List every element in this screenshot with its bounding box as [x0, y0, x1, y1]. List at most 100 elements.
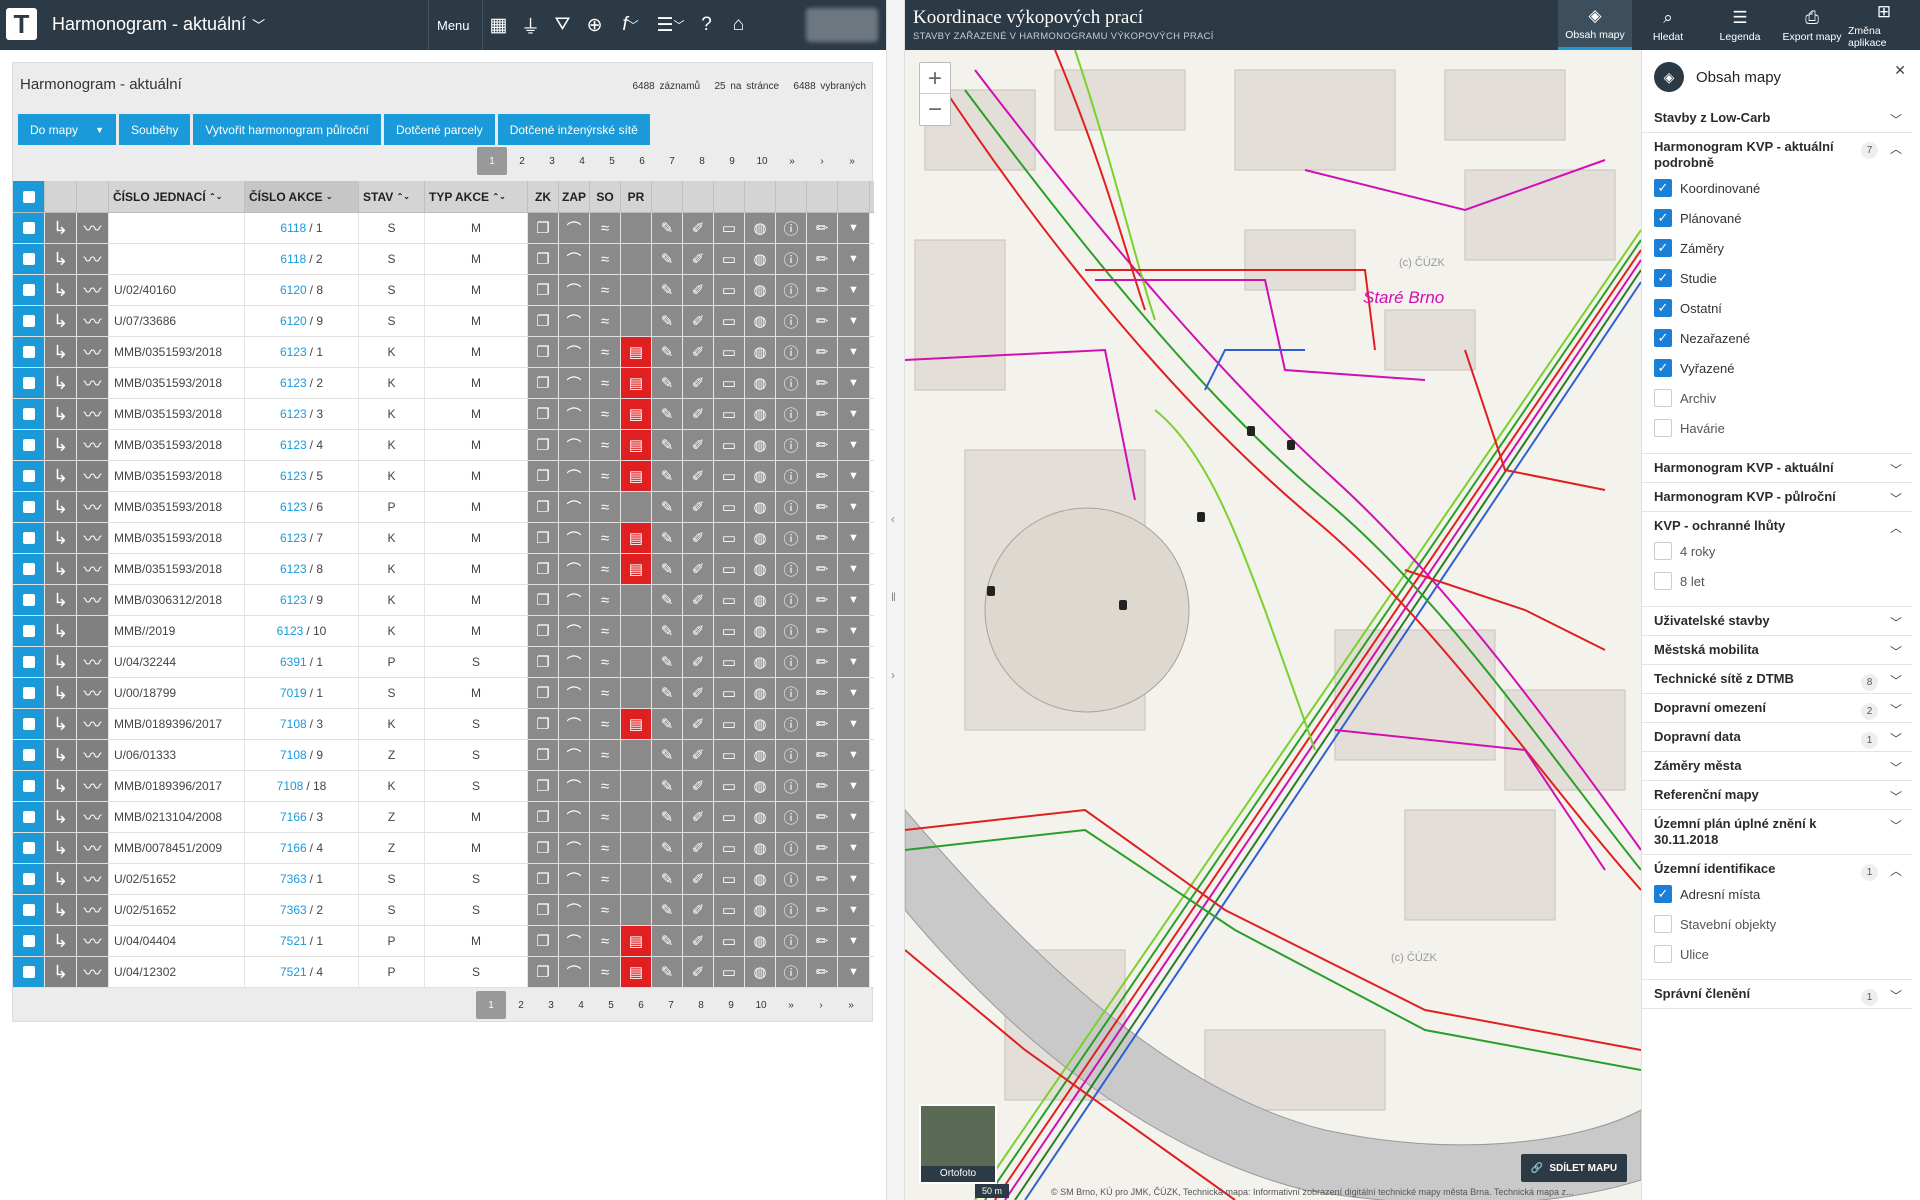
waves-icon[interactable]: ≈ [590, 678, 621, 708]
edit-map2-icon[interactable]: ✐ [683, 337, 714, 367]
pdf-icon[interactable]: ▤ [621, 554, 652, 584]
chevron-down-icon[interactable]: ﹀ [1890, 759, 1902, 776]
pencil-icon[interactable]: ✏ [807, 337, 838, 367]
folder-icon[interactable]: ▭ [714, 833, 745, 863]
akce-link[interactable]: 6123 [280, 531, 307, 545]
chevron-down-icon[interactable]: ﹀ [1890, 817, 1902, 834]
info-icon[interactable]: ⓘ [776, 523, 807, 553]
add-icon[interactable]: ⊕ [579, 0, 611, 50]
page-link[interactable]: » [837, 147, 867, 175]
caret-down-icon[interactable]: ▼ [95, 125, 104, 135]
move-down-icon[interactable]: ↳ [45, 895, 77, 925]
checkbox-icon[interactable]: ✓ [1654, 179, 1672, 197]
pane-splitter[interactable]: ‹ ‖ › [886, 0, 905, 1200]
edit-map2-icon[interactable]: ✐ [683, 368, 714, 398]
home-icon[interactable]: ⌂ [723, 0, 755, 50]
dropdown-icon[interactable]: ▼ [838, 306, 870, 336]
edit-map-icon[interactable]: ✎ [652, 709, 683, 739]
drag-handle-icon[interactable]: ‖ [891, 590, 896, 604]
move-down-icon[interactable]: ↳ [45, 802, 77, 832]
edit-map2-icon[interactable]: ✐ [683, 492, 714, 522]
excavation-icon[interactable]: ⌒ [559, 399, 590, 429]
page-link[interactable]: » [777, 147, 807, 175]
layer-checkbox[interactable]: ✓ Ostatní [1654, 293, 1900, 323]
waves-icon[interactable]: ≈ [590, 554, 621, 584]
excavation-icon[interactable]: ⌒ [559, 461, 590, 491]
edit-map2-icon[interactable]: ✐ [683, 802, 714, 832]
soubehy-button[interactable]: Souběhy [119, 114, 191, 145]
menu-button[interactable]: Menu [429, 18, 482, 33]
globe-icon[interactable]: ◍ [745, 802, 776, 832]
trend-icon[interactable]: 〰 [77, 492, 109, 522]
waves-icon[interactable]: ≈ [590, 771, 621, 801]
folder-icon[interactable]: ▭ [714, 399, 745, 429]
akce-link[interactable]: 6120 [280, 314, 307, 328]
table-row[interactable]: ↳ 〰 MMB/0351593/2018 6123/ 1 K M ❐ ⌒ ≈ ▤ ✎ ✐ ▭ ◍ ⓘ ✏ ▼ [13, 337, 874, 368]
table-row[interactable]: ↳ 〰 MMB/0351593/2018 6123/ 3 K M ❐ ⌒ ≈ ▤ ✎ ✐ ▭ ◍ ⓘ ✏ ▼ [13, 399, 874, 430]
info-icon[interactable]: ⓘ [776, 740, 807, 770]
pdf-icon[interactable] [621, 244, 652, 274]
table-row[interactable]: ↳ 〰 U/04/12302 7521/ 4 P S ❐ ⌒ ≈ ▤ ✎ ✐ ▭ ◍ ⓘ ✏ ▼ [13, 957, 874, 988]
waves-icon[interactable]: ≈ [590, 895, 621, 925]
folder-icon[interactable]: ▭ [714, 275, 745, 305]
pencil-icon[interactable]: ✏ [807, 771, 838, 801]
info-icon[interactable]: ⓘ [776, 864, 807, 894]
pencil-icon[interactable]: ✏ [807, 306, 838, 336]
trend-icon[interactable]: 〰 [77, 864, 109, 894]
col-pr[interactable]: PR [621, 181, 652, 212]
akce-link[interactable]: 6123 [277, 624, 304, 638]
folder-icon[interactable]: ▭ [714, 244, 745, 274]
dropdown-icon[interactable]: ▼ [838, 678, 870, 708]
table-row[interactable]: ↳ MMB//2019 6123/ 10 K M ❐ ⌒ ≈ ✎ ✐ ▭ ◍ ⓘ ✏ ▼ [13, 616, 874, 647]
pencil-icon[interactable]: ✏ [807, 709, 838, 739]
trend-icon[interactable]: 〰 [77, 244, 109, 274]
page-link[interactable]: 4 [566, 991, 596, 1019]
globe-icon[interactable]: ◍ [745, 709, 776, 739]
globe-icon[interactable]: ◍ [745, 461, 776, 491]
folder-icon[interactable]: ▭ [714, 678, 745, 708]
filter-multi-icon[interactable]: ⛛ [547, 0, 579, 50]
checkbox-icon[interactable] [1654, 915, 1672, 933]
layer-checkbox[interactable]: ✓ Koordinované [1654, 173, 1900, 203]
page-link[interactable]: 10 [746, 991, 776, 1019]
edit-map-icon[interactable]: ✎ [652, 957, 683, 987]
table-row[interactable]: ↳ 〰 U/04/04404 7521/ 1 P M ❐ ⌒ ≈ ▤ ✎ ✐ ▭ ◍ ⓘ ✏ ▼ [13, 926, 874, 957]
globe-icon[interactable]: ◍ [745, 523, 776, 553]
globe-icon[interactable]: ◍ [745, 430, 776, 460]
zoom-out-button[interactable]: − [920, 94, 950, 125]
excavation-icon[interactable]: ⌒ [559, 306, 590, 336]
pencil-icon[interactable]: ✏ [807, 275, 838, 305]
info-icon[interactable]: ⓘ [776, 244, 807, 274]
copy-icon[interactable]: ❐ [528, 678, 559, 708]
edit-map2-icon[interactable]: ✐ [683, 833, 714, 863]
pencil-icon[interactable]: ✏ [807, 740, 838, 770]
dropdown-icon[interactable]: ▼ [838, 616, 870, 646]
layer-checkbox[interactable]: ✓ Studie [1654, 263, 1900, 293]
pencil-icon[interactable]: ✏ [807, 461, 838, 491]
trend-icon[interactable] [77, 616, 109, 646]
edit-map2-icon[interactable]: ✐ [683, 957, 714, 987]
dropdown-icon[interactable]: ▼ [838, 523, 870, 553]
layer-section[interactable]: Stavby z Low-Carb ﹀ [1642, 104, 1912, 133]
move-down-icon[interactable]: ↳ [45, 368, 77, 398]
globe-icon[interactable]: ◍ [745, 740, 776, 770]
trend-icon[interactable]: 〰 [77, 926, 109, 956]
chevron-down-icon[interactable]: ﹀ [1890, 643, 1902, 660]
trend-icon[interactable]: 〰 [77, 430, 109, 460]
pdf-icon[interactable]: ▤ [621, 337, 652, 367]
info-icon[interactable]: ⓘ [776, 554, 807, 584]
table-row[interactable]: ↳ 〰 U/02/51652 7363/ 1 S S ❐ ⌒ ≈ ✎ ✐ ▭ ◍ ⓘ ✏ ▼ [13, 864, 874, 895]
info-icon[interactable]: ⓘ [776, 895, 807, 925]
layer-section[interactable]: KVP - ochranné lhůty ︿ 4 roky 8 let [1642, 512, 1912, 607]
edit-map-icon[interactable]: ✎ [652, 864, 683, 894]
info-icon[interactable]: ⓘ [776, 306, 807, 336]
dropdown-icon[interactable]: ▼ [838, 399, 870, 429]
akce-link[interactable]: 6118 [280, 221, 306, 235]
row-checkbox[interactable] [13, 461, 45, 491]
dropdown-icon[interactable]: ▼ [838, 802, 870, 832]
layer-checkbox[interactable]: ✓ Vyřazené [1654, 353, 1900, 383]
page-link[interactable]: 8 [686, 991, 716, 1019]
akce-link[interactable]: 6123 [280, 376, 307, 390]
chevron-down-icon[interactable]: ﹀ [1890, 672, 1902, 689]
page-link[interactable]: 1 [477, 147, 507, 175]
